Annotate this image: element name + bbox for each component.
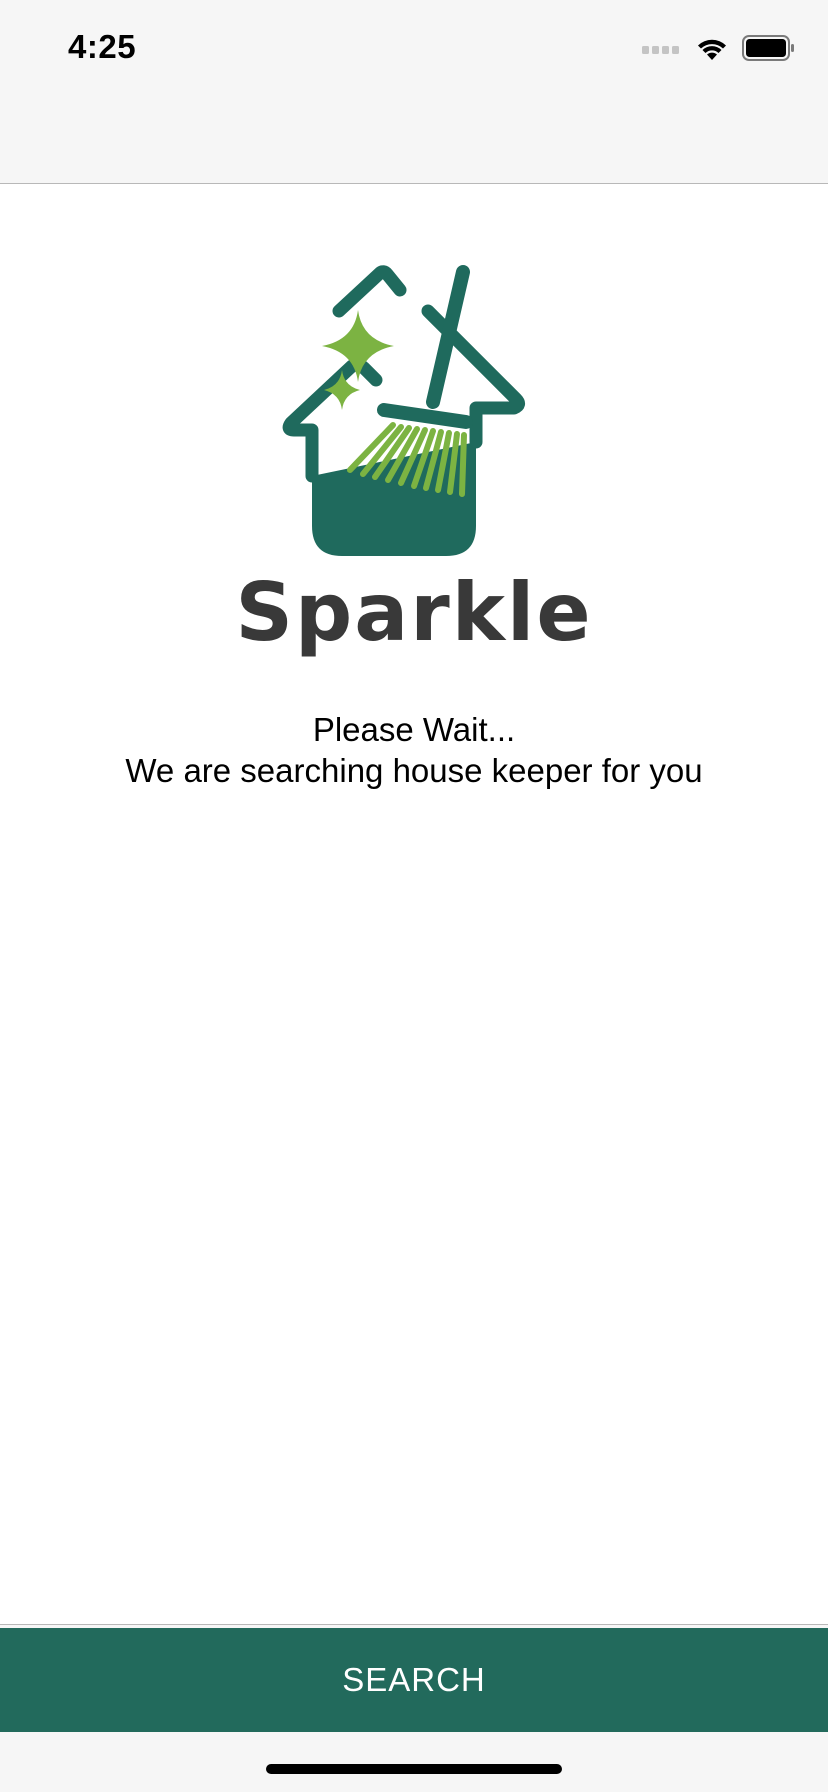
status-icons — [642, 34, 796, 66]
searching-message: We are searching house keeper for you — [125, 752, 703, 789]
brand-name: Sparkle — [235, 566, 593, 659]
status-time: 4:25 — [68, 28, 137, 65]
signal-icon — [642, 41, 682, 59]
status-bar: 4:25 — [0, 0, 828, 184]
sparkle-logo — [258, 262, 570, 562]
home-indicator — [266, 1764, 562, 1774]
search-button[interactable]: SEARCH — [0, 1628, 828, 1732]
battery-icon — [742, 34, 796, 66]
wifi-icon — [696, 35, 728, 66]
wait-message: Please Wait... — [312, 711, 516, 748]
